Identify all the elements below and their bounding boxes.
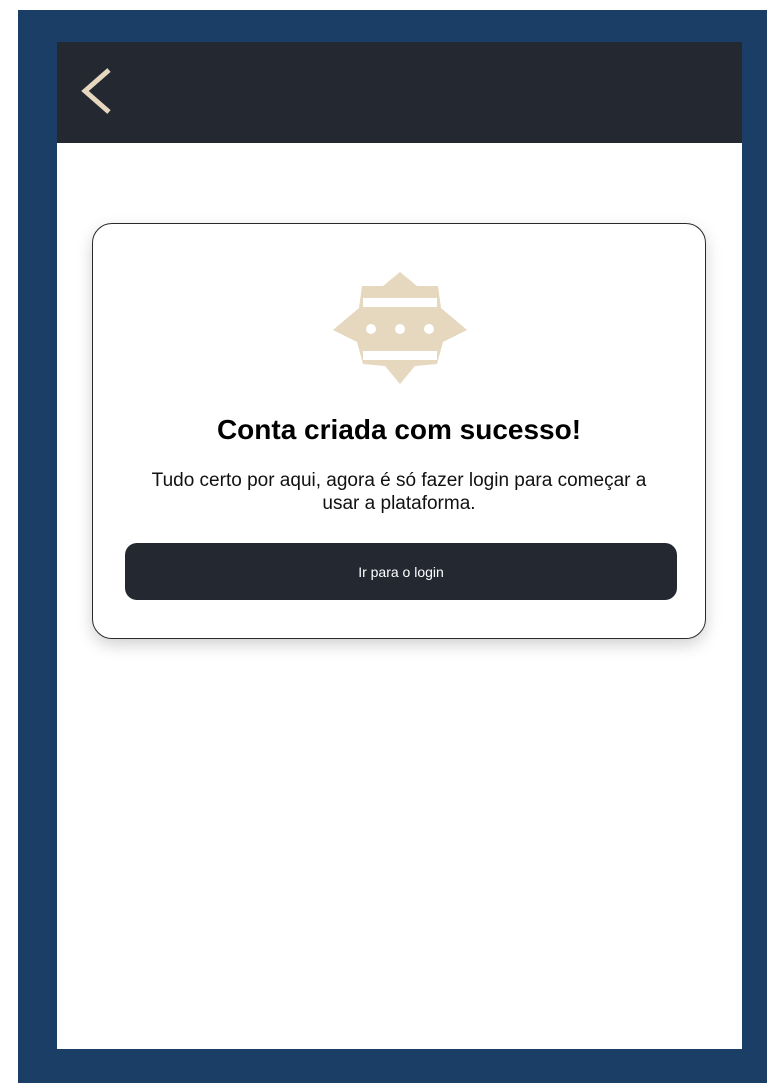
success-message: Tudo certo por aqui, agora é só fazer lo… (151, 470, 647, 514)
success-title: Conta criada com sucesso! (216, 414, 582, 445)
chevron-left-icon (81, 68, 111, 114)
back-button[interactable] (75, 66, 123, 116)
go-to-login-button[interactable]: Ir para o login (125, 543, 677, 600)
badge-icon (333, 272, 467, 384)
app-screen: Conta criada com sucesso! Tudo certo por… (57, 42, 742, 1049)
success-card: Conta criada com sucesso! Tudo certo por… (92, 223, 706, 639)
go-to-login-label: Ir para o login (358, 563, 444, 580)
top-bar (57, 42, 742, 143)
